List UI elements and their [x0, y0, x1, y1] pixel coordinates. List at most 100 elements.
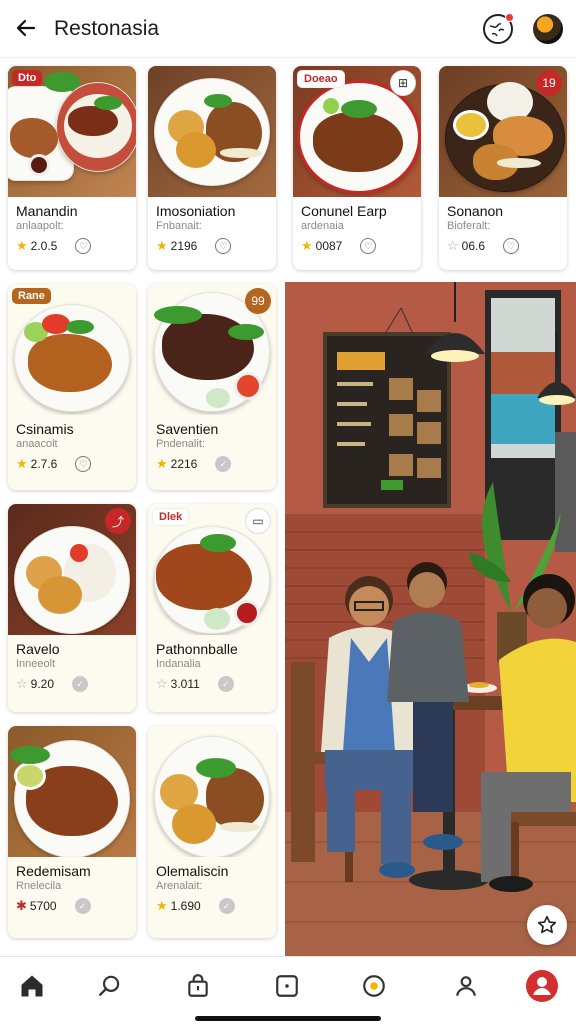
rating-value: 06.6 [461, 239, 486, 253]
star-icon: ★ [16, 456, 28, 471]
restaurant-subtitle: Pndenalit: [156, 438, 205, 450]
restaurant-card[interactable]: 99 Saventien Pndenalit: ★ 2216 ✓ [148, 284, 276, 490]
restaurant-subtitle: anlaapolt: [16, 220, 64, 232]
check-icon[interactable]: ✓ [218, 898, 235, 914]
restaurant-subtitle: ardenaia [301, 220, 344, 232]
restaurant-card[interactable]: Rane Csinamis anaacolt ★ 2.7.6 ♡ [8, 284, 136, 490]
square-icon [276, 975, 298, 997]
restaurant-subtitle: Inneeolt [16, 658, 56, 670]
check-icon[interactable]: ✓ [74, 898, 91, 914]
count-badge: 99 [245, 288, 271, 314]
rating-value: 5700 [29, 899, 57, 913]
rating-value: 3.011 [170, 677, 200, 691]
rating-value: 2.7.6 [30, 457, 58, 471]
rating-value: 2216 [170, 457, 198, 471]
arrow-left-icon [16, 19, 36, 37]
check-icon[interactable]: ✓ [217, 676, 234, 692]
restaurant-card[interactable]: ⤴ Ravelo Inneeolt ☆ 9.20 ✓ [8, 504, 136, 712]
restaurant-subtitle: Arenalait: [156, 880, 203, 892]
card-badge: Dto [12, 70, 43, 86]
food-photo [148, 66, 276, 197]
nav-account[interactable] [522, 969, 562, 1003]
restaurant-interior-photo[interactable] [285, 282, 576, 956]
food-photo: Dlek ▭ [148, 504, 276, 635]
count-badge: 19 [536, 70, 562, 96]
profile-icon [456, 976, 476, 996]
search-icon [99, 975, 120, 996]
star-outline-icon [537, 915, 557, 934]
heart-icon[interactable]: ♡ [215, 238, 232, 254]
card-badge: Doeao [297, 70, 345, 88]
restaurant-card[interactable]: Dto Manandin anlaapolt: ★ 2.0.5 ♡ [8, 66, 136, 270]
star-icon: ★ [301, 238, 313, 253]
food-photo [148, 726, 276, 857]
restaurant-card[interactable]: Dlek ▭ Pathonnballe Indanalia ☆ 3.011 ✓ [148, 504, 276, 712]
bag-icon [188, 974, 208, 997]
restaurant-subtitle: Rnelecila [16, 880, 62, 892]
app-header: Restonasia [0, 0, 576, 58]
heart-icon[interactable]: ♡ [75, 238, 92, 254]
home-indicator[interactable] [195, 1016, 381, 1021]
screen-icon[interactable]: ▭ [245, 508, 271, 534]
back-button[interactable] [12, 14, 40, 42]
star-icon: ★ [156, 898, 168, 913]
restaurant-name: Csinamis [16, 421, 74, 437]
restaurant-name: Conunel Earp [301, 203, 387, 219]
star-icon: ☆ [447, 238, 459, 253]
nav-search[interactable] [90, 969, 130, 1003]
restaurant-card[interactable]: Olemaliscin Arenalait: ★ 1.690 ✓ [148, 726, 276, 938]
check-icon[interactable]: ✓ [72, 676, 89, 692]
food-photo: 19 [439, 66, 567, 197]
nav-compass[interactable] [354, 969, 394, 1003]
food-photo: ⤴ [8, 504, 136, 635]
star-icon: ★ [16, 238, 28, 253]
star-icon: ☆ [156, 676, 168, 691]
restaurant-subtitle: Fnbanait: [156, 220, 202, 232]
restaurant-card[interactable]: Imosoniation Fnbanait: ★ 2196 ♡ [148, 66, 276, 270]
favorite-star-button[interactable] [527, 905, 567, 945]
food-photo: Dto [8, 66, 136, 197]
heart-icon[interactable]: ♡ [503, 238, 520, 254]
star-icon: ✱ [16, 898, 27, 913]
nav-bag[interactable] [178, 969, 218, 1003]
rating-value: 0087 [315, 239, 343, 253]
home-icon [21, 975, 43, 997]
card-badge: Rane [12, 288, 51, 304]
page-title: Restonasia [54, 17, 160, 40]
share-icon[interactable]: ⤴ [105, 508, 131, 534]
rating-value: 2.0.5 [30, 239, 58, 253]
restaurant-subtitle: Indanalia [156, 658, 201, 670]
restaurant-card[interactable]: Redemisam Rnelecila ✱ 5700 ✓ [8, 726, 136, 938]
notification-dot [505, 13, 514, 22]
restaurant-subtitle: anaacolt [16, 438, 58, 450]
user-avatar[interactable] [533, 14, 563, 44]
heart-icon[interactable]: ♡ [75, 456, 92, 472]
restaurant-name: Sonanon [447, 203, 504, 219]
food-photo: Doeao ⊞ [293, 66, 421, 197]
nav-profile[interactable] [446, 969, 486, 1003]
globe-notification-icon[interactable] [483, 13, 514, 44]
card-badge: Dlek [152, 508, 190, 526]
restaurant-card[interactable]: Doeao ⊞ Conunel Earp ardenaia ★ 0087 ♡ [293, 66, 421, 270]
food-photo: 99 [148, 284, 276, 415]
star-icon: ★ [156, 456, 168, 471]
nav-home[interactable] [12, 969, 52, 1003]
rating-value: 9.20 [30, 677, 55, 691]
restaurant-subtitle: Bioferalt: [447, 220, 491, 232]
food-photo: Rane [8, 284, 136, 415]
restaurant-name: Pathonnballe [156, 641, 238, 657]
restaurant-card[interactable]: 19 Sonanon Bioferalt: ☆ 06.6 ♡ [439, 66, 567, 270]
restaurant-name: Saventien [156, 421, 219, 437]
rating-value: 1.690 [170, 899, 201, 913]
rating-value: 2196 [170, 239, 198, 253]
restaurant-name: Imosoniation [156, 203, 236, 219]
heart-icon[interactable]: ♡ [360, 238, 377, 254]
star-icon: ☆ [16, 676, 28, 691]
food-photo [8, 726, 136, 857]
check-icon[interactable]: ✓ [215, 456, 232, 472]
bottom-nav [0, 956, 576, 1024]
grid-icon[interactable]: ⊞ [390, 70, 416, 96]
account-icon [526, 970, 558, 1002]
nav-square[interactable] [267, 969, 307, 1003]
restaurant-name: Redemisam [16, 863, 91, 879]
